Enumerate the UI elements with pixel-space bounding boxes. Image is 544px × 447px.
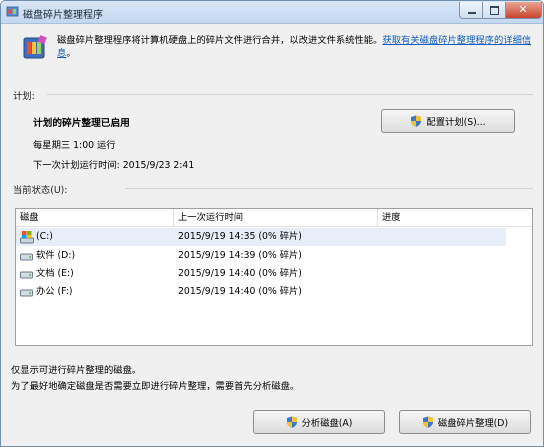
disk-last-run: 2015/9/19 14:40 (0% 碎片) (178, 286, 302, 297)
analyze-disk-label: 分析磁盘(A) (301, 418, 353, 429)
minimize-button[interactable] (459, 2, 483, 19)
defrag-header-icon (23, 35, 47, 59)
disk-last-run: 2015/9/19 14:35 (0% 碎片) (178, 231, 302, 242)
title-bar[interactable]: 磁盘碎片整理程序 ✕ (1, 1, 543, 24)
defrag-app-icon (6, 6, 19, 17)
drive-icon (20, 253, 33, 261)
schedule-frequency: 每星期三 1:00 运行 (33, 140, 116, 151)
defragment-disk-button[interactable]: 磁盘碎片整理(D) (399, 410, 531, 434)
disk-row-f[interactable]: 办公 (F:) 2015/9/19 14:40 (0% 碎片) (16, 283, 506, 301)
drive-icon (20, 271, 33, 279)
disk-list-header: 磁盘 上一次运行时间 进度 (16, 209, 532, 227)
header-text: 磁盘碎片整理程序将计算机硬盘上的碎片文件进行合并，以改进文件系统性能。 (57, 35, 383, 46)
disk-row-d[interactable]: 软件 (D:) 2015/9/19 14:39 (0% 碎片) (16, 247, 506, 265)
defragment-disk-label: 磁盘碎片整理(D) (437, 418, 509, 429)
schedule-status: 计划的碎片整理已启用 (33, 118, 130, 129)
close-button[interactable]: ✕ (506, 2, 542, 19)
schedule-section-label: 计划: (13, 91, 35, 102)
disk-row-e[interactable]: 文档 (E:) 2015/9/19 14:40 (0% 碎片) (16, 265, 506, 283)
window-title: 磁盘碎片整理程序 (23, 10, 103, 21)
current-status-label: 当前状态(U): (13, 185, 68, 196)
disk-name: 文档 (E:) (36, 268, 74, 279)
uac-shield-icon (422, 416, 433, 428)
defrag-window: 磁盘碎片整理程序 ✕ 磁盘碎片整理程序将计算机硬盘上的碎片文件进行合并，以改进文… (0, 0, 544, 447)
maximize-button[interactable] (483, 2, 506, 19)
column-header-last-run[interactable]: 上一次运行时间 (174, 209, 378, 226)
disk-last-run: 2015/9/19 14:39 (0% 碎片) (178, 250, 302, 261)
drive-icon (20, 289, 33, 297)
header-link-period: 。 (66, 48, 76, 59)
uac-shield-icon (411, 115, 422, 127)
column-header-disk[interactable]: 磁盘 (16, 209, 174, 226)
disk-last-run: 2015/9/19 14:40 (0% 碎片) (178, 268, 302, 279)
header-description: 磁盘碎片整理程序将计算机硬盘上的碎片文件进行合并，以改进文件系统性能。获取有关磁… (57, 34, 533, 60)
system-drive-icon (20, 231, 34, 244)
disk-name: 软件 (D:) (36, 250, 76, 261)
schedule-divider (47, 94, 533, 95)
close-icon: ✕ (518, 3, 528, 16)
disk-name: (C:) (36, 231, 53, 242)
configure-schedule-button[interactable]: 配置计划(S)... (381, 109, 515, 133)
disk-row-c[interactable]: (C:) 2015/9/19 14:35 (0% 碎片) (16, 228, 506, 246)
note-analyze-first: 为了最好地确定磁盘是否需要立即进行碎片整理，需要首先分析磁盘。 (11, 381, 300, 392)
uac-shield-icon (286, 416, 297, 428)
configure-schedule-label: 配置计划(S)... (426, 117, 486, 128)
disk-name: 办公 (F:) (36, 286, 73, 297)
disk-list[interactable]: 磁盘 上一次运行时间 进度 (C:) 2015/9/19 14:35 (0% 碎… (15, 208, 533, 346)
column-header-progress[interactable]: 进度 (378, 209, 530, 226)
status-divider (125, 188, 533, 189)
schedule-next-run: 下一次计划运行时间: 2015/9/23 2:41 (33, 160, 195, 171)
analyze-disk-button[interactable]: 分析磁盘(A) (253, 410, 385, 434)
note-defraggable-only: 仅显示可进行碎片整理的磁盘。 (11, 365, 142, 376)
